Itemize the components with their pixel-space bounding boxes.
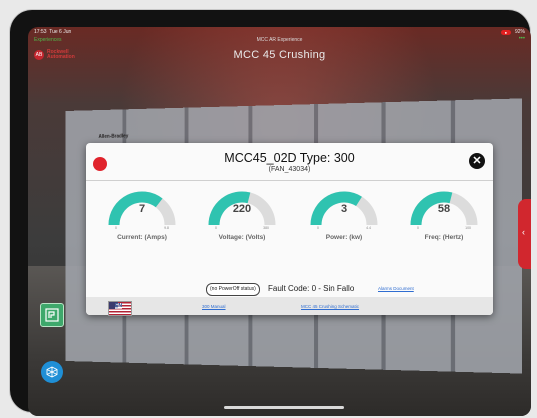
gauge-label: Freq: (Hertz) — [424, 234, 464, 241]
close-button[interactable]: ✕ — [469, 153, 485, 169]
recording-badge: ● — [500, 29, 511, 35]
fault-code-text: Fault Code: 0 - Sin Fallo — [268, 284, 355, 293]
battery-level: 92% — [514, 29, 525, 35]
chevron-left-icon: ‹ — [522, 227, 525, 237]
gauge-label: Power: (kw) — [325, 234, 363, 241]
gauge-min: 0 — [317, 226, 319, 230]
side-drawer-tab[interactable]: ‹ — [518, 199, 531, 269]
language-flag-icon[interactable]: EN — [108, 301, 132, 316]
gauge-frequency: 58 0 100 Freq: (Hertz) — [404, 185, 484, 260]
ar-screen: 17:53 Tue 6 Jun ● 92% Experiences MCC AR… — [28, 27, 531, 416]
fault-row: (no PowerOff status) Fault Code: 0 - Sin… — [86, 279, 493, 296]
tablet-frame: 17:53 Tue 6 Jun ● 92% Experiences MCC AR… — [10, 10, 531, 416]
gauge-max: 380 — [263, 226, 269, 230]
close-icon: ✕ — [472, 155, 482, 167]
status-time: 17:53 Tue 6 Jun — [34, 29, 72, 35]
gauge-max: 9.8 — [164, 226, 169, 230]
gauge-min: 0 — [215, 226, 217, 230]
gauge-voltage: 220 0 380 Voltage: (Volts) — [202, 185, 282, 260]
gauge-value: 3 — [340, 203, 348, 215]
gauge-value: 7 — [138, 203, 146, 215]
ar-cube-icon — [46, 366, 58, 378]
home-indicator[interactable] — [224, 406, 344, 409]
app-title: MCC AR Experience — [256, 37, 303, 43]
schematic-link[interactable]: MCC 45 Crushing Schematic — [301, 304, 359, 309]
gauge-min: 0 — [417, 226, 419, 230]
gauge-max: 100 — [465, 226, 471, 230]
gauge-min: 0 — [115, 226, 117, 230]
gauge-value: 58 — [437, 203, 451, 215]
alarms-document-link[interactable]: Alarms Document — [378, 286, 414, 291]
manufacturer-label: Allen-Bradley — [98, 133, 129, 140]
gauge-label: Voltage: (Volts) — [218, 234, 266, 241]
gauge-power: 3 0 4.4 Power: (kw) — [304, 185, 384, 260]
dialog-header: MCC45_02D Type: 300 (FAN_43034) ✕ — [86, 143, 493, 179]
dialog-subtitle: (FAN_43034) — [268, 166, 311, 173]
gauge-value: 220 — [232, 203, 252, 215]
ar-settings-button[interactable] — [41, 361, 63, 383]
scene-title: MCC 45 Crushing — [233, 49, 326, 61]
nav-bar: Experiences MCC AR Experience ••• — [28, 36, 531, 47]
gauge-max: 4.4 — [366, 226, 371, 230]
header-divider — [86, 180, 493, 181]
gauge-row: 7 0 9.8 Current: (Amps) 220 0 380 Voltag… — [86, 185, 493, 260]
manual-link[interactable]: 300 Manual — [202, 304, 226, 309]
schematic-icon — [45, 308, 59, 322]
gauge-current: 7 0 9.8 Current: (Amps) — [102, 185, 182, 260]
dialog-footer: EN 300 Manual MCC 45 Crushing Schematic — [86, 297, 493, 316]
language-code: EN — [115, 303, 122, 309]
gauge-label: Current: (Amps) — [117, 234, 167, 241]
device-info-dialog: MCC45_02D Type: 300 (FAN_43034) ✕ 7 0 9.… — [86, 143, 493, 316]
power-status-pill[interactable]: (no PowerOff status) — [206, 283, 260, 296]
more-button[interactable]: ••• — [519, 36, 525, 42]
status-bar: 17:53 Tue 6 Jun ● 92% — [28, 27, 531, 37]
schematic-button[interactable] — [40, 303, 64, 327]
dialog-title: MCC45_02D Type: 300 — [224, 151, 355, 165]
